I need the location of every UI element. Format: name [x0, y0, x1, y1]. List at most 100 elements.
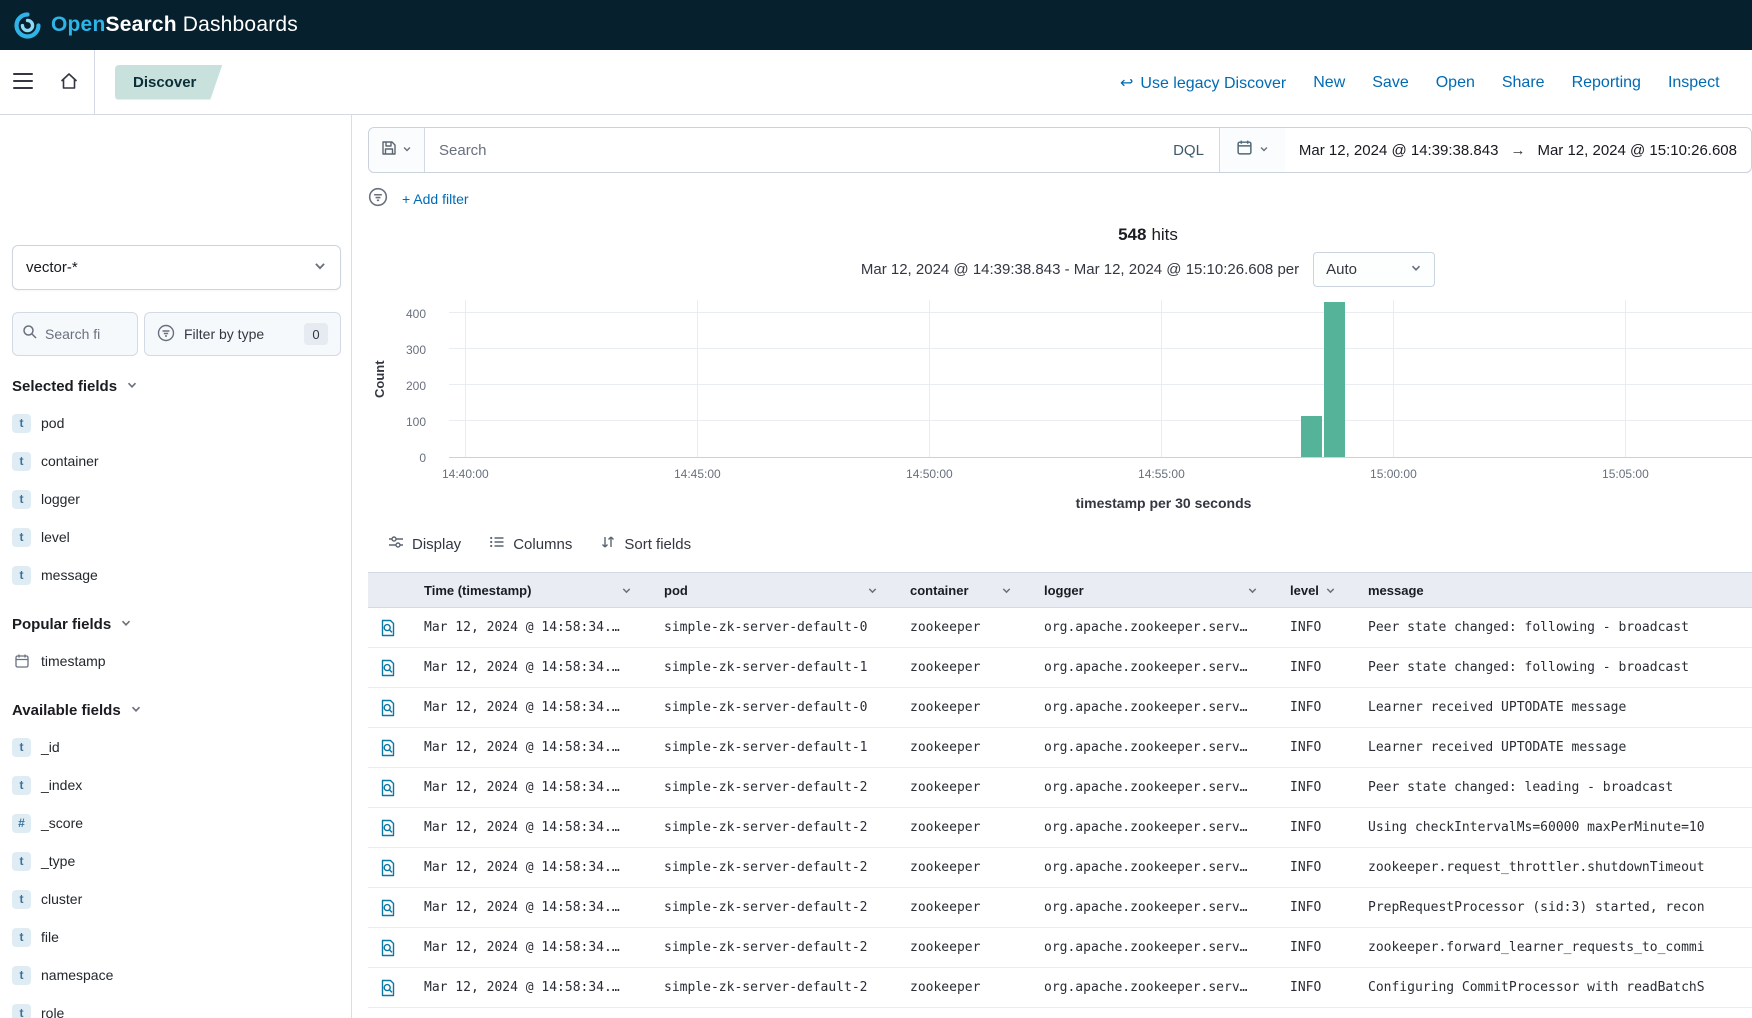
chevron-down-icon: [1001, 585, 1012, 596]
filter-settings-icon[interactable]: [368, 187, 388, 212]
field-search-input[interactable]: [45, 326, 128, 342]
table-row: Mar 12, 2024 @ 14:58:34.… simple-zk-serv…: [368, 648, 1752, 688]
field-type-icon: t: [12, 738, 31, 757]
table-row: Mar 12, 2024 @ 14:58:34.… simple-zk-serv…: [368, 768, 1752, 808]
field-item[interactable]: timestamp: [0, 642, 351, 680]
inspect-document-icon[interactable]: [379, 939, 397, 957]
inspect-document-icon[interactable]: [379, 699, 397, 717]
histogram-bar[interactable]: [1301, 416, 1322, 457]
cell-time: Mar 12, 2024 @ 14:58:34.…: [408, 940, 648, 955]
interval-select[interactable]: Auto: [1313, 252, 1435, 287]
cell-message: PrepRequestProcessor (sid:3) started, re…: [1352, 900, 1752, 915]
inspect-document-icon[interactable]: [379, 979, 397, 997]
cell-level: INFO: [1274, 860, 1352, 875]
open-link[interactable]: Open: [1436, 74, 1475, 92]
header-level[interactable]: level: [1274, 573, 1352, 607]
search-input[interactable]: [439, 142, 1144, 159]
chart-subtitle-row: Mar 12, 2024 @ 14:39:38.843 - Mar 12, 20…: [368, 252, 1752, 287]
date-range[interactable]: Mar 12, 2024 @ 14:39:38.843 → Mar 12, 20…: [1285, 142, 1751, 159]
display-button[interactable]: Display: [388, 534, 461, 554]
cell-time: Mar 12, 2024 @ 14:58:34.…: [408, 700, 648, 715]
date-range-start: Mar 12, 2024 @ 14:39:38.843: [1299, 142, 1499, 159]
field-type-icon: t: [12, 1004, 31, 1018]
available-fields-list: t _id t _index # _score t _type t cluste…: [0, 728, 351, 1018]
header-pod[interactable]: pod: [648, 573, 894, 607]
field-name: namespace: [41, 967, 113, 983]
toolbar: Discover ↩Use legacy Discover New Save O…: [0, 50, 1752, 115]
field-name: level: [41, 529, 70, 545]
field-item[interactable]: t level: [0, 518, 351, 556]
add-filter-link[interactable]: + Add filter: [402, 191, 469, 207]
header-message[interactable]: message: [1352, 573, 1752, 607]
field-search[interactable]: [12, 312, 138, 356]
use-legacy-discover-link[interactable]: ↩Use legacy Discover: [1120, 73, 1286, 93]
new-link[interactable]: New: [1313, 74, 1345, 92]
table-row: Mar 12, 2024 @ 14:58:34.… simple-zk-serv…: [368, 808, 1752, 848]
field-item[interactable]: t message: [0, 556, 351, 594]
cell-pod: simple-zk-server-default-2: [648, 860, 894, 875]
columns-button[interactable]: Columns: [489, 534, 572, 554]
inspect-document-icon[interactable]: [379, 619, 397, 637]
histogram-bar[interactable]: [1324, 302, 1345, 457]
inspect-document-icon[interactable]: [379, 899, 397, 917]
histogram-plot: [449, 300, 1752, 458]
inspect-document-icon[interactable]: [379, 779, 397, 797]
inspect-link[interactable]: Inspect: [1668, 74, 1720, 92]
chevron-down-icon: [402, 141, 412, 159]
cell-time: Mar 12, 2024 @ 14:58:34.…: [408, 780, 648, 795]
cell-container: zookeeper: [894, 660, 1028, 675]
query-language-button[interactable]: DQL: [1158, 128, 1219, 172]
x-tick-label: 14:55:00: [1138, 467, 1185, 481]
filter-by-type-button[interactable]: Filter by type 0: [144, 312, 341, 356]
cell-pod: simple-zk-server-default-0: [648, 700, 894, 715]
table-controls: Display Columns Sort fields: [368, 528, 1752, 560]
table-row: Mar 12, 2024 @ 14:58:34.… simple-zk-serv…: [368, 888, 1752, 928]
cell-message: Learner received UPTODATE message: [1352, 700, 1752, 715]
menu-button[interactable]: [0, 50, 46, 115]
available-fields-header[interactable]: Available fields: [12, 698, 341, 722]
field-item[interactable]: t _index: [0, 766, 351, 804]
field-item[interactable]: t _id: [0, 728, 351, 766]
popular-fields-list: timestamp: [0, 642, 351, 680]
saved-query-button[interactable]: [369, 128, 425, 172]
cell-time: Mar 12, 2024 @ 14:58:34.…: [408, 900, 648, 915]
header-container[interactable]: container: [894, 573, 1028, 607]
field-item[interactable]: t role: [0, 994, 351, 1018]
cell-pod: simple-zk-server-default-2: [648, 820, 894, 835]
save-link[interactable]: Save: [1372, 74, 1408, 92]
index-pattern-picker[interactable]: vector-*: [12, 245, 341, 290]
field-item[interactable]: t container: [0, 442, 351, 480]
string-field-icon: t: [12, 490, 31, 509]
cell-container: zookeeper: [894, 700, 1028, 715]
field-item[interactable]: t pod: [0, 404, 351, 442]
field-item[interactable]: # _score: [0, 804, 351, 842]
popular-fields-header[interactable]: Popular fields: [12, 612, 341, 636]
field-item[interactable]: t namespace: [0, 956, 351, 994]
chevron-down-icon: [867, 585, 878, 596]
reporting-link[interactable]: Reporting: [1572, 74, 1641, 92]
share-link[interactable]: Share: [1502, 74, 1545, 92]
field-item[interactable]: t logger: [0, 480, 351, 518]
chevron-down-icon: [621, 585, 632, 596]
table-header: Time (timestamp) pod container logger le…: [368, 572, 1752, 608]
field-name: pod: [41, 415, 64, 431]
cell-container: zookeeper: [894, 620, 1028, 635]
header-logger[interactable]: logger: [1028, 573, 1274, 607]
inspect-document-icon[interactable]: [379, 859, 397, 877]
x-tick-label: 14:50:00: [906, 467, 953, 481]
chevron-down-icon: [120, 616, 132, 633]
field-item[interactable]: t _type: [0, 842, 351, 880]
inspect-document-icon[interactable]: [379, 659, 397, 677]
date-range-end: Mar 12, 2024 @ 15:10:26.608: [1537, 142, 1737, 159]
inspect-document-icon[interactable]: [379, 739, 397, 757]
field-item[interactable]: t file: [0, 918, 351, 956]
inspect-document-icon[interactable]: [379, 819, 397, 837]
datepicker-button[interactable]: [1219, 128, 1285, 172]
sort-fields-button[interactable]: Sort fields: [600, 534, 691, 554]
cell-pod: simple-zk-server-default-2: [648, 940, 894, 955]
y-axis: 0100200300400: [368, 300, 432, 458]
field-item[interactable]: t cluster: [0, 880, 351, 918]
home-button[interactable]: [46, 50, 92, 115]
header-time[interactable]: Time (timestamp): [408, 573, 648, 607]
selected-fields-header[interactable]: Selected fields: [12, 374, 341, 398]
